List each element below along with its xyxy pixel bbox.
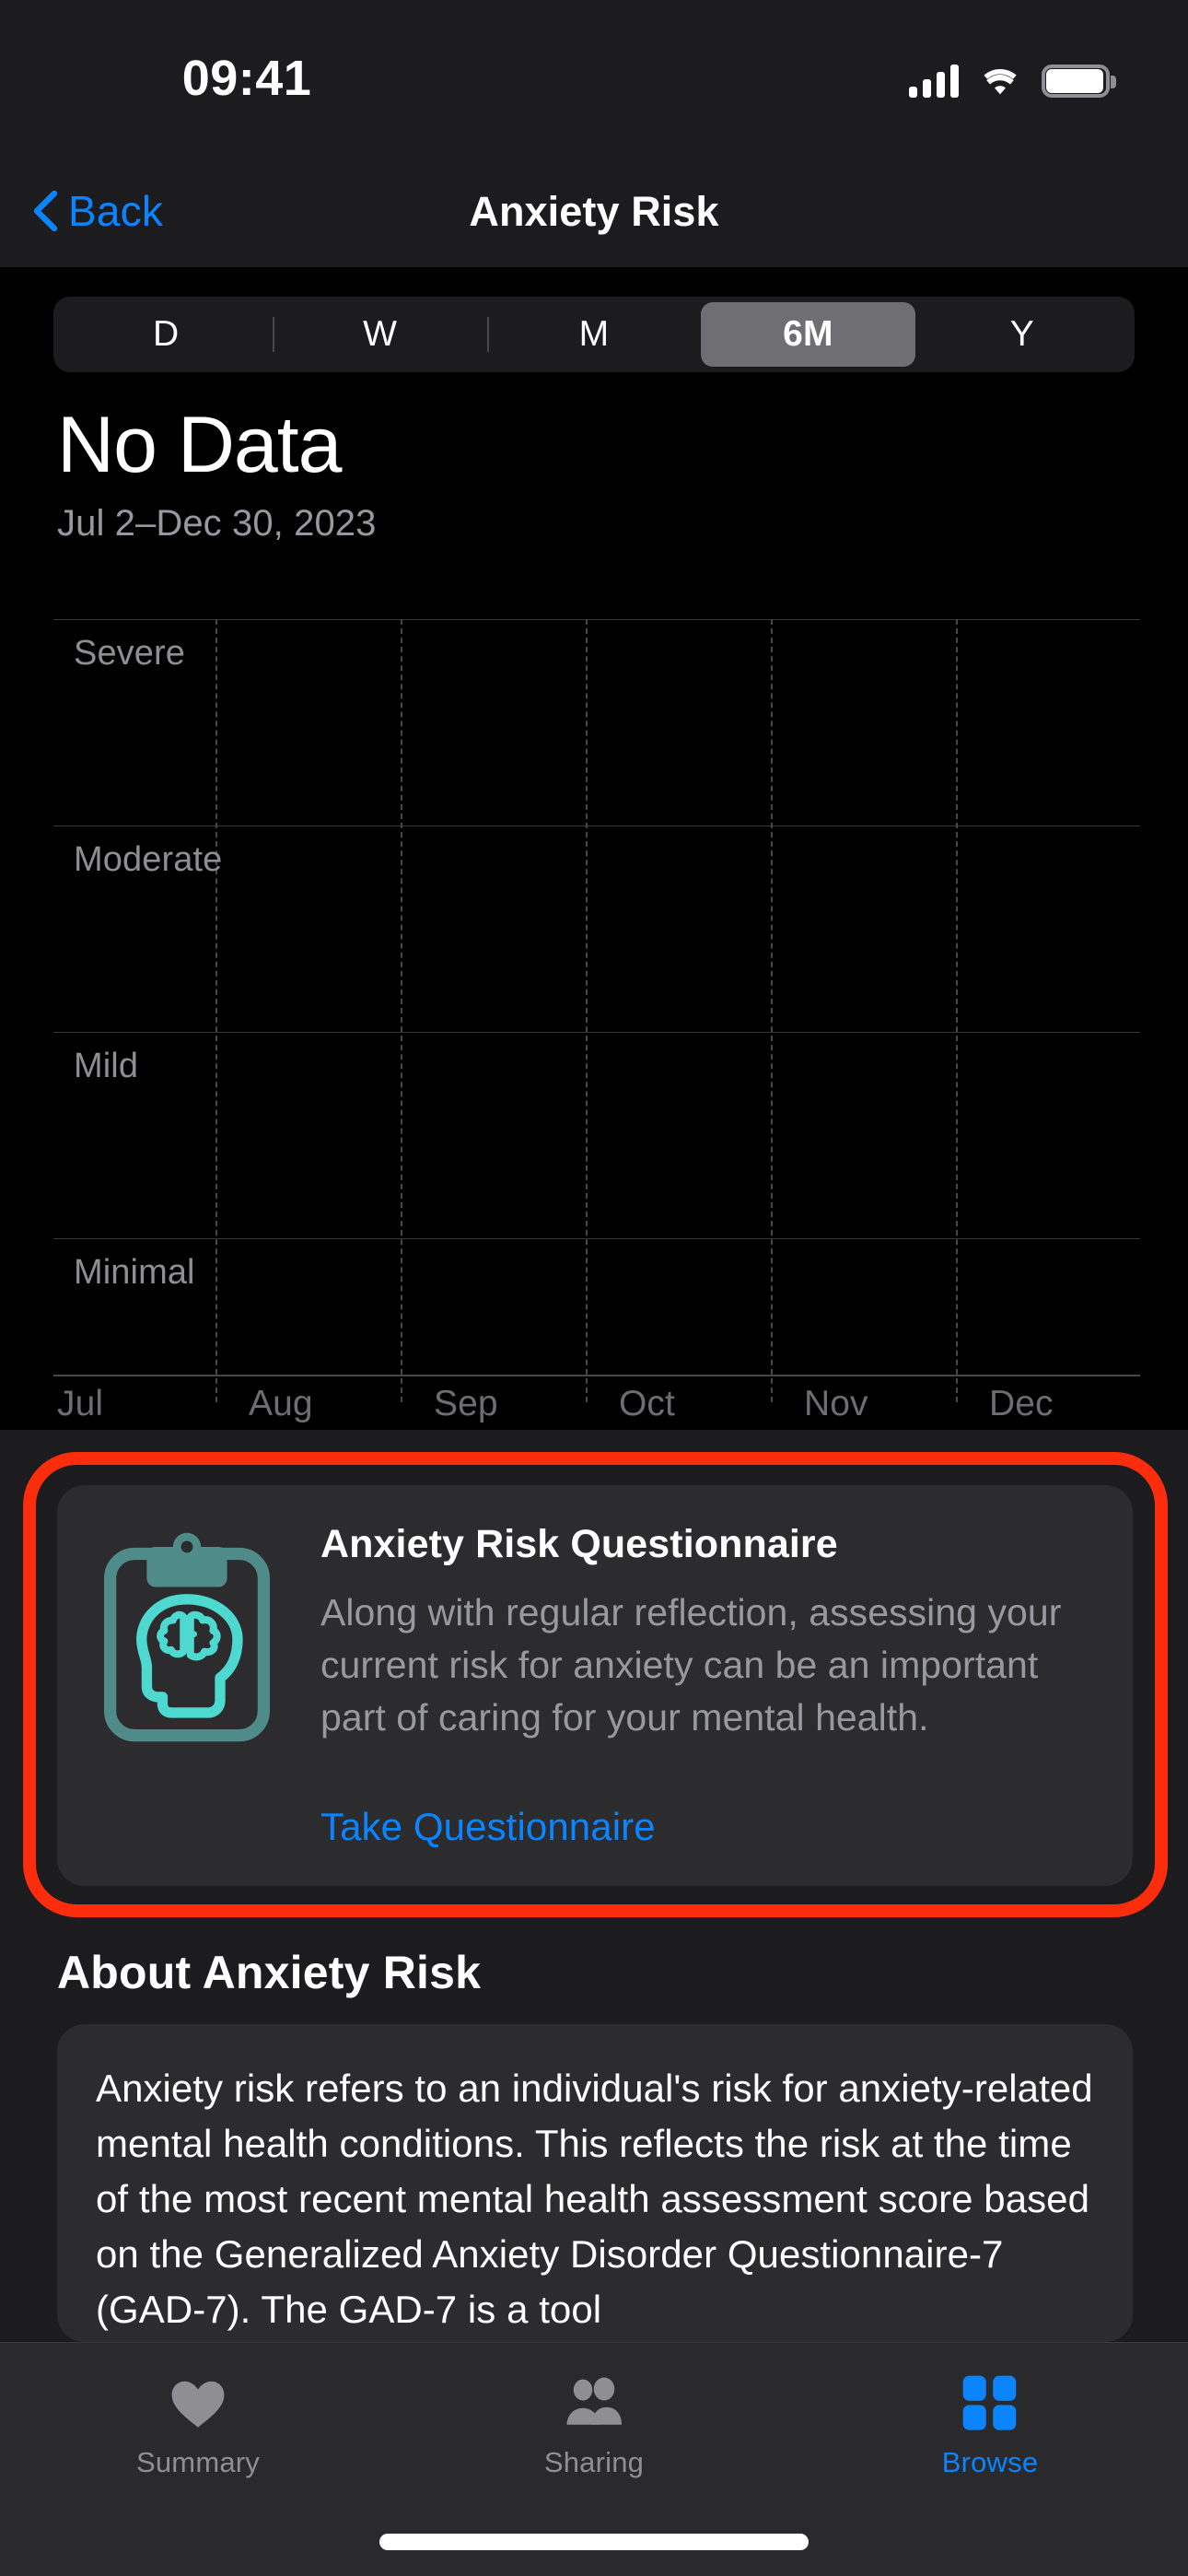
gridline-vertical: [586, 619, 588, 1402]
status-bar: 09:41: [0, 0, 1188, 157]
status-bar-time: 09:41: [181, 51, 312, 106]
cellular-bars-icon: [909, 64, 959, 98]
y-axis-label-minimal: Minimal: [74, 1253, 195, 1292]
people-icon: [562, 2371, 626, 2435]
tab-bar-items: Summary Sharing Browse: [0, 2343, 1188, 2518]
x-axis-label-sep: Sep: [434, 1384, 498, 1423]
chart-headline: No Data Jul 2–Dec 30, 2023: [57, 405, 377, 544]
questionnaire-title: Anxiety Risk Questionnaire: [320, 1522, 838, 1566]
take-questionnaire-link[interactable]: Take Questionnaire: [320, 1805, 656, 1849]
range-option-d[interactable]: D: [59, 302, 273, 367]
navigation-bar: Back Anxiety Risk: [0, 157, 1188, 267]
x-axis-label-dec: Dec: [989, 1384, 1054, 1423]
tab-summary[interactable]: Summary: [0, 2343, 396, 2518]
clipboard-brain-icon: [103, 1532, 271, 1742]
battery-icon: [1042, 64, 1116, 98]
x-axis-label-aug: Aug: [249, 1384, 313, 1423]
about-section-heading: About Anxiety Risk: [57, 1947, 482, 1998]
x-axis-line: [53, 1375, 1140, 1376]
phone-screen: 09:41 Back Anxiety Risk D W M 6M Y No Da…: [0, 0, 1188, 2576]
questionnaire-card[interactable]: Anxiety Risk Questionnaire Along with re…: [57, 1485, 1133, 1886]
questionnaire-description: Along with regular reflection, assessing…: [320, 1591, 1062, 1739]
summary-value: No Data: [57, 401, 342, 489]
gridline-vertical: [215, 619, 217, 1402]
gridline-vertical: [956, 619, 958, 1402]
x-axis-label-nov: Nov: [804, 1384, 868, 1423]
content-scroll-area[interactable]: Anxiety Risk Questionnaire Along with re…: [0, 1430, 1188, 2342]
tab-browse[interactable]: Browse: [792, 2343, 1188, 2518]
summary-date-range: Jul 2–Dec 30, 2023: [57, 503, 377, 544]
time-range-segmented-control[interactable]: D W M 6M Y: [53, 297, 1135, 372]
x-axis-label-oct: Oct: [619, 1384, 675, 1423]
wifi-icon: [984, 68, 1017, 95]
range-option-y[interactable]: Y: [915, 302, 1129, 367]
tab-sharing[interactable]: Sharing: [396, 2343, 792, 2518]
y-axis-label-mild: Mild: [74, 1047, 139, 1085]
tab-summary-label: Summary: [135, 2446, 261, 2478]
gridline-vertical: [401, 619, 402, 1402]
heart-icon: [166, 2371, 230, 2435]
anxiety-risk-chart[interactable]: Severe Moderate Mild Minimal: [53, 619, 1140, 1402]
about-section-card: Anxiety risk refers to an individual's r…: [57, 2024, 1133, 2342]
y-axis-label-severe: Severe: [74, 634, 186, 673]
status-bar-indicators: [909, 57, 1116, 98]
range-option-m[interactable]: M: [486, 302, 701, 367]
tab-browse-label: Browse: [941, 2446, 1039, 2478]
tab-bar: Summary Sharing Browse: [0, 2342, 1188, 2576]
gridline-vertical: [771, 619, 773, 1402]
y-axis-label-moderate: Moderate: [74, 840, 223, 879]
page-title: Anxiety Risk: [469, 188, 719, 235]
range-option-w[interactable]: W: [273, 302, 486, 367]
home-indicator[interactable]: [379, 2534, 809, 2550]
range-option-6m[interactable]: 6M: [701, 302, 915, 367]
grid-squares-icon: [958, 2371, 1022, 2435]
chart-region: D W M 6M Y No Data Jul 2–Dec 30, 2023 Se…: [0, 267, 1188, 1430]
tab-sharing-label: Sharing: [543, 2446, 645, 2478]
x-axis-label-jul: Jul: [57, 1384, 104, 1423]
about-section-body: Anxiety risk refers to an individual's r…: [96, 2067, 1093, 2331]
